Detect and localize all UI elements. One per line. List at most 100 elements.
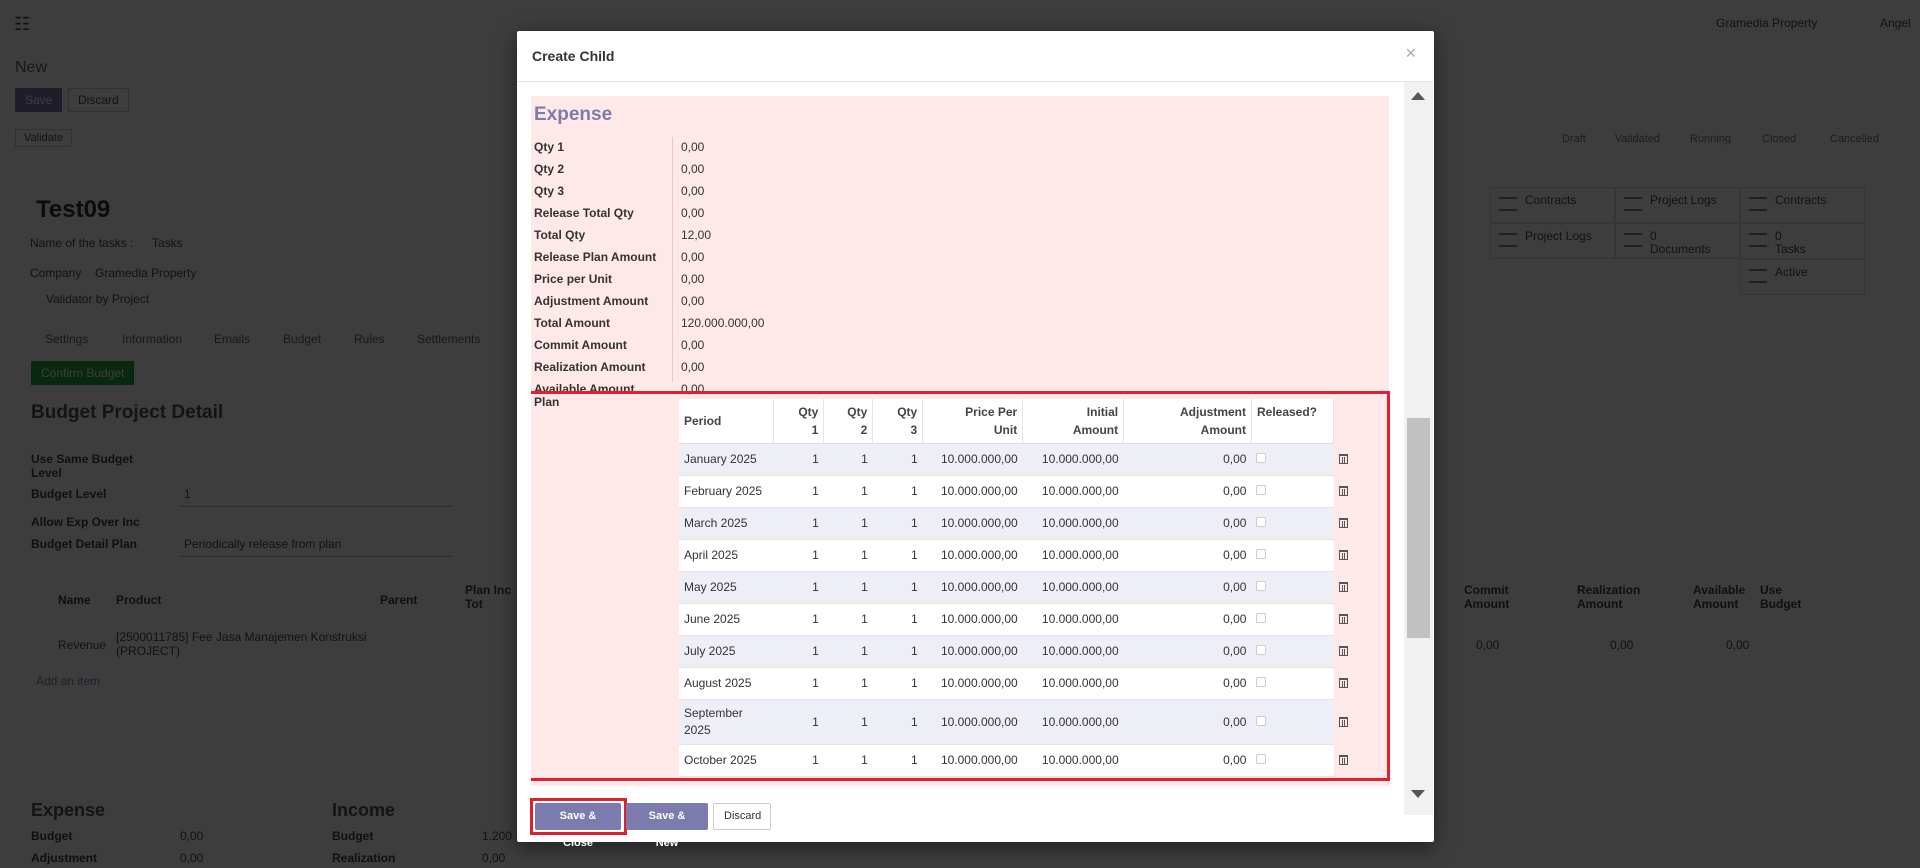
record-title[interactable]: Test09: [36, 196, 110, 224]
stat-button-project-logs[interactable]: Project Logs: [1615, 187, 1740, 223]
tasks-icon: [1749, 233, 1767, 247]
close-icon[interactable]: ×: [1405, 43, 1416, 64]
field-label-qty-1: Qty 1: [534, 140, 565, 154]
validator-label: Validator by Project: [46, 292, 150, 306]
tab-rules[interactable]: Rules: [354, 332, 385, 346]
field-value-release-total-qty[interactable]: 0,00: [681, 206, 704, 220]
stage-validated[interactable]: Validated: [1615, 133, 1660, 145]
stat-button-project-logs[interactable]: Project Logs: [1490, 223, 1615, 259]
grid-header-commit[interactable]: Commit Amount: [1464, 583, 1524, 611]
grid-row-product[interactable]: [2500011785] Fee Jasa Manajemen Konstruk…: [116, 630, 386, 658]
stat-button-contracts[interactable]: Contracts: [1740, 187, 1865, 223]
field-label: Use Same Budget Level: [31, 452, 134, 480]
field-value-total-amount[interactable]: 120.000.000,00: [681, 316, 764, 330]
discard-button[interactable]: Discard: [68, 88, 129, 112]
save-and-close-button[interactable]: Save & Close: [535, 803, 621, 849]
field-value-qty-1[interactable]: 0,00: [681, 140, 704, 154]
summary-label: Realization: [332, 851, 396, 865]
field-label: Budget Detail Plan: [31, 537, 138, 551]
field-label: Allow Exp Over Inc: [31, 515, 140, 529]
grid-row-realization[interactable]: 0,00: [1610, 638, 1633, 652]
company-label: Company: [30, 266, 82, 280]
grid-header-parent[interactable]: Parent: [380, 593, 417, 607]
company-value[interactable]: Gramedia Property: [95, 266, 196, 280]
field-value-release-plan-amount[interactable]: 0,00: [681, 250, 704, 264]
field-label-price-per-unit: Price per Unit: [534, 272, 613, 286]
stage-running[interactable]: Running: [1690, 133, 1731, 145]
grid-row-commit[interactable]: 0,00: [1476, 638, 1499, 652]
stage-cancelled[interactable]: Cancelled: [1830, 133, 1879, 145]
summary-label: Adjustment: [31, 851, 97, 865]
summary-value: 0,00: [180, 851, 204, 865]
grid-row-name[interactable]: Revenue: [58, 638, 106, 652]
confirm-budget-button[interactable]: Confirm Budget: [31, 361, 135, 385]
summary-value: 1.200: [482, 829, 513, 843]
scrollbar-thumb[interactable]: [1407, 418, 1430, 638]
grid-row-available[interactable]: 0,00: [1726, 638, 1749, 652]
save-and-new-button[interactable]: Save & New: [626, 803, 708, 849]
field-label-total-qty: Total Qty: [534, 228, 586, 242]
grid-header-plan[interactable]: Plan Inc Tot: [465, 583, 515, 611]
stat-button-tasks[interactable]: 0 Tasks: [1740, 223, 1865, 259]
field-label: Budget Level: [31, 487, 107, 501]
field-label-total-amount: Total Amount: [534, 316, 610, 330]
budget-level-input[interactable]: 1: [180, 485, 452, 507]
grid-header-name[interactable]: Name: [58, 593, 91, 607]
documents-icon: [1624, 233, 1642, 247]
stage-draft[interactable]: Draft: [1562, 133, 1586, 145]
stat-button-contracts[interactable]: Contracts: [1490, 187, 1615, 223]
stage-closed[interactable]: Closed: [1762, 133, 1796, 145]
dialog-footer: Save & Close Save & New Discard: [517, 789, 1434, 849]
field-value-price-per-unit[interactable]: 0,00: [681, 272, 704, 286]
field-label-adjustment-amount: Adjustment Amount: [534, 294, 649, 308]
field-value-total-qty[interactable]: 12,00: [681, 228, 711, 242]
validate-button[interactable]: Validate: [15, 129, 72, 147]
field-value-qty-3[interactable]: 0,00: [681, 184, 704, 198]
grid-header-use-budget[interactable]: Use Budget: [1760, 583, 1810, 611]
stat-button-documents[interactable]: 0 Documents: [1615, 223, 1740, 259]
field-value-realization-amount[interactable]: 0,00: [681, 360, 704, 374]
field-divider: [672, 137, 673, 382]
active-icon: [1749, 269, 1767, 283]
summary-value: 0,00: [180, 829, 204, 843]
dialog-header: Create Child ×: [517, 31, 1434, 82]
summary-value: 0,00: [482, 851, 506, 865]
tab-emails[interactable]: Emails: [214, 332, 250, 346]
project-logs-icon: [1499, 233, 1517, 247]
contracts-icon: [1499, 197, 1517, 211]
budget-detail-plan-select[interactable]: Periodically release from plan: [180, 535, 452, 557]
stat-button-active[interactable]: Active: [1740, 259, 1865, 295]
contracts-icon: [1749, 197, 1767, 211]
tab-settlements[interactable]: Settlements: [417, 332, 480, 346]
dialog-title: Create Child: [532, 48, 615, 64]
field-value-commit-amount[interactable]: 0,00: [681, 338, 704, 352]
breadcrumb: New: [15, 59, 48, 76]
user-menu[interactable]: Angel: [1880, 16, 1911, 30]
expense-section-title: Expense: [534, 104, 613, 125]
field-label-commit-amount: Commit Amount: [534, 338, 627, 352]
tasks-value[interactable]: Tasks: [152, 236, 183, 250]
summary-label: Budget: [332, 829, 374, 843]
tab-information[interactable]: Information: [122, 332, 182, 346]
scroll-up-arrow-icon[interactable]: [1411, 92, 1425, 100]
create-child-dialog: Create Child × Expense Qty 1 0,00 Qty 2 …: [517, 31, 1434, 849]
add-item-link[interactable]: Add an item: [36, 674, 100, 688]
field-value-qty-2[interactable]: 0,00: [681, 162, 704, 176]
apps-menu-icon[interactable]: ☷: [14, 14, 30, 35]
tab-settings[interactable]: Settings: [45, 332, 88, 346]
plan-highlight-box: [531, 391, 1390, 781]
field-value-adjustment-amount[interactable]: 0,00: [681, 294, 704, 308]
discard-button[interactable]: Discard: [713, 803, 771, 830]
tab-budget[interactable]: Budget: [283, 332, 321, 346]
grid-header-realization[interactable]: Realization Amount: [1577, 583, 1657, 611]
dialog-scrollbar[interactable]: [1404, 82, 1433, 815]
field-label-release-total-qty: Release Total Qty: [534, 206, 634, 220]
summary-label: Budget: [31, 829, 73, 843]
save-button[interactable]: Save: [15, 88, 63, 112]
grid-header-product[interactable]: Product: [116, 593, 161, 607]
project-logs-icon: [1624, 197, 1642, 211]
field-label-qty-3: Qty 3: [534, 184, 565, 198]
company-switcher[interactable]: Gramedia Property: [1716, 16, 1817, 30]
dialog-body: Expense Qty 1 0,00 Qty 2 0,00 Qty 3 0,00…: [531, 96, 1403, 819]
grid-header-available[interactable]: Available Amount: [1693, 583, 1753, 611]
